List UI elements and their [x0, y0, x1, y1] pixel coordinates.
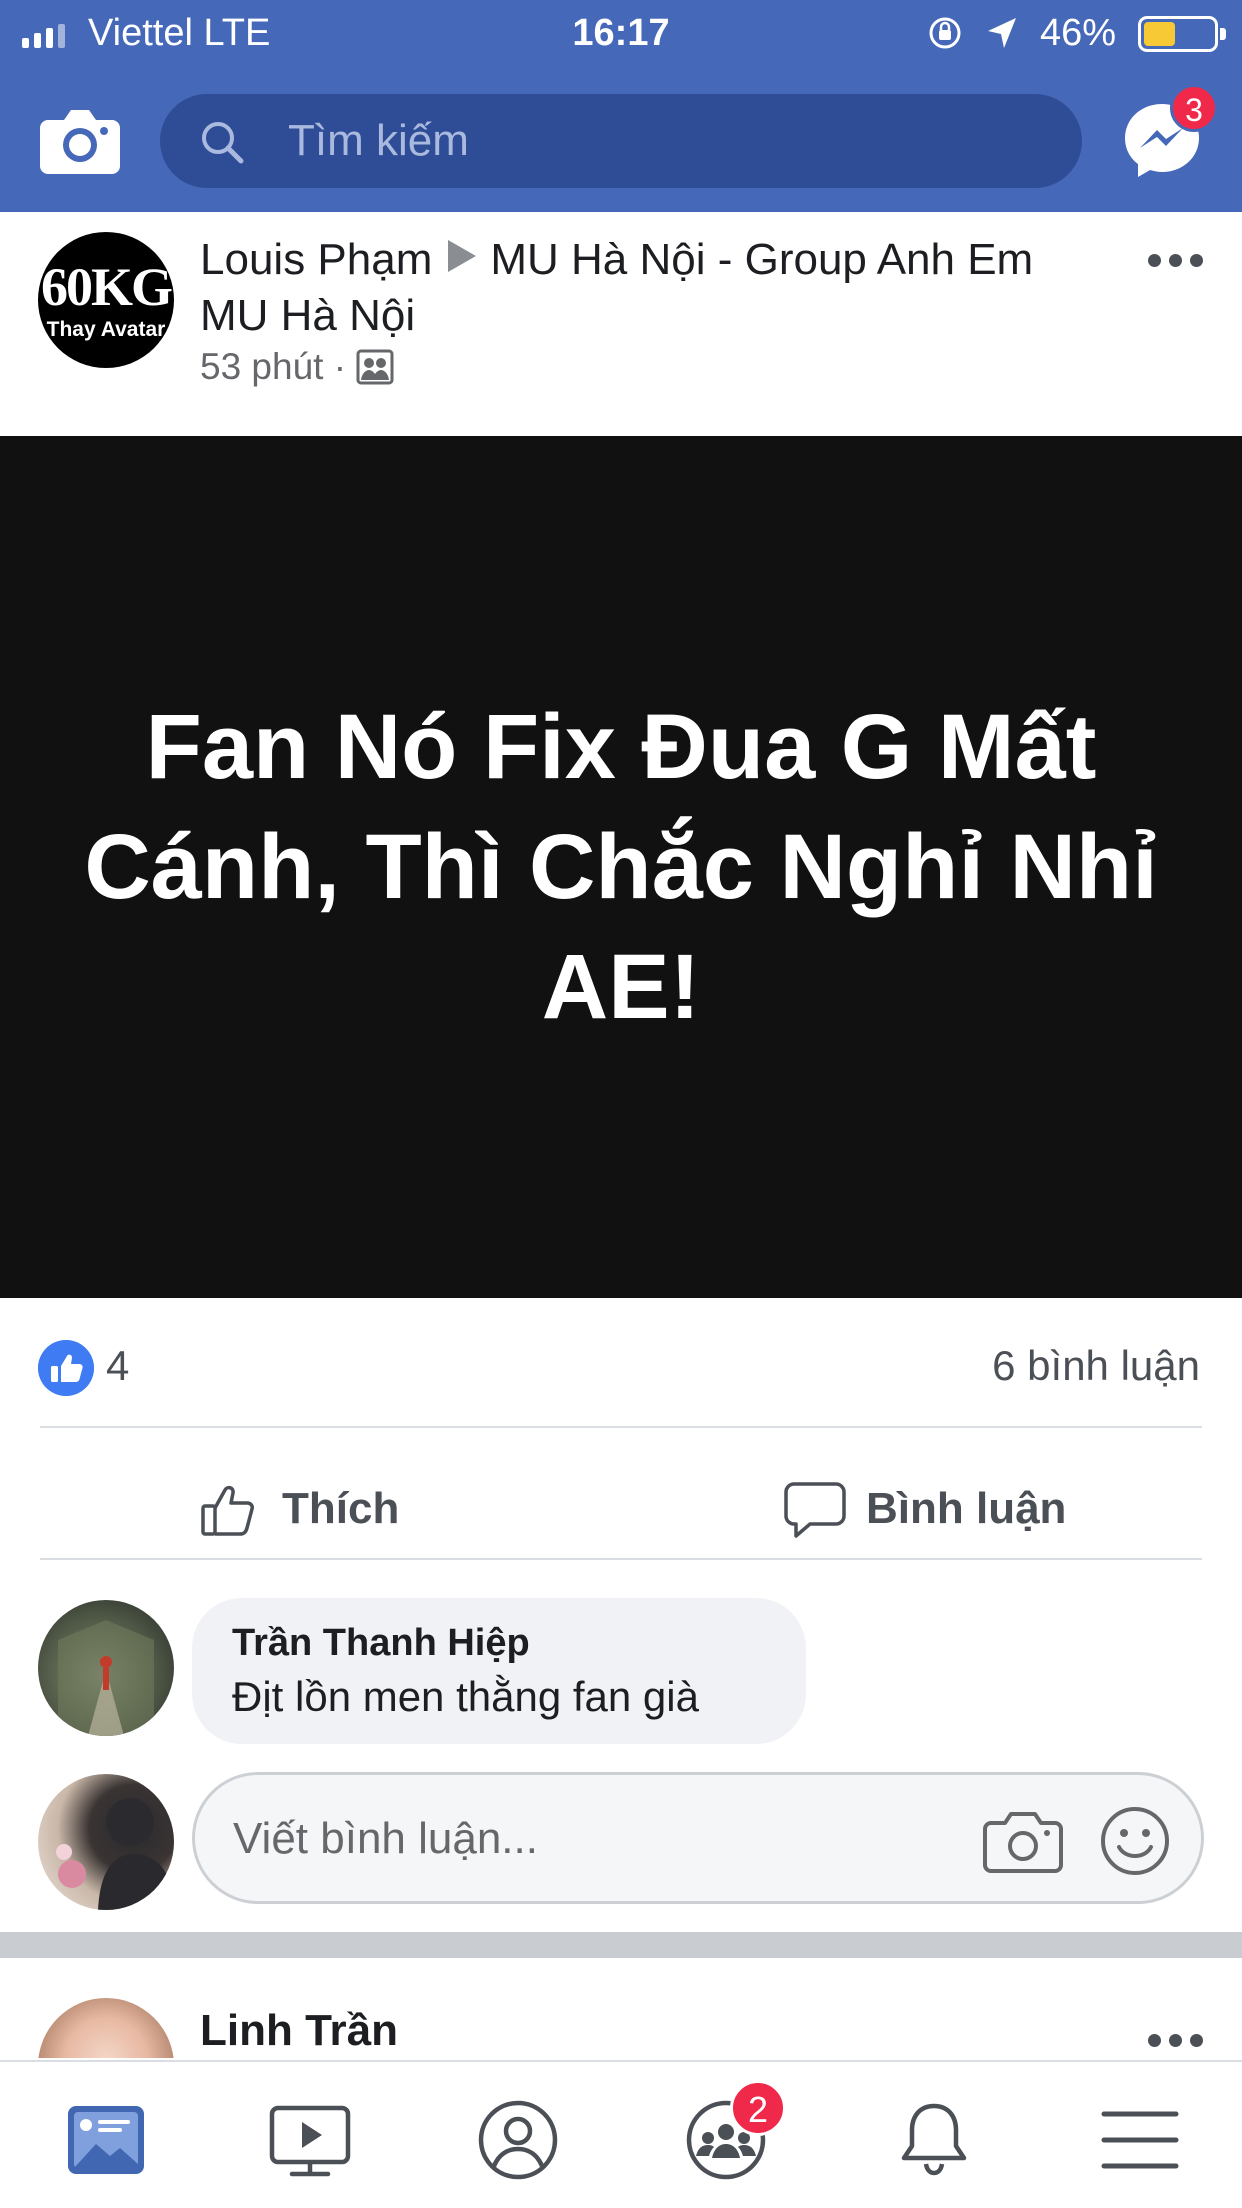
like-label: Thích	[282, 1484, 400, 1533]
avatar-logo-subtext: Thay Avatar	[46, 318, 166, 341]
like-button[interactable]: Thích	[200, 1474, 399, 1544]
watch-icon[interactable]	[268, 2098, 352, 2182]
battery-icon	[1138, 16, 1226, 52]
commenter-name[interactable]: Trần Thanh Hiệp	[232, 1622, 766, 1665]
search-icon	[202, 122, 244, 164]
like-reaction-icon[interactable]	[38, 1340, 94, 1396]
comment-text: Địt lồn men thằng fan già	[232, 1673, 699, 1720]
reaction-summary: 4 6 bình luận	[0, 1298, 1242, 1442]
comment-item: Trần Thanh Hiệp Địt lồn men thằng fan gi…	[0, 1578, 1242, 1758]
next-author-avatar[interactable]	[38, 1998, 174, 2058]
notifications-icon[interactable]	[892, 2098, 976, 2182]
bottom-tab-bar: 2	[0, 2060, 1242, 2208]
next-feed-post: Linh Trần	[0, 1958, 1242, 2058]
current-user-avatar	[38, 1774, 174, 1910]
group-audience-icon	[356, 349, 394, 385]
emoji-icon[interactable]	[1099, 1805, 1171, 1877]
battery-percent: 46%	[1040, 12, 1117, 54]
divider	[40, 1558, 1202, 1560]
orientation-lock-icon	[929, 17, 961, 49]
comment-bubble-icon	[784, 1482, 846, 1538]
author-avatar[interactable]: 60KG Thay Avatar	[38, 232, 174, 368]
top-nav-bar: 3	[0, 70, 1242, 212]
profile-icon[interactable]	[476, 2098, 560, 2182]
location-arrow-icon	[988, 18, 1016, 48]
comment-composer[interactable]	[192, 1772, 1204, 1904]
post-timestamp[interactable]: 53 phút ·	[200, 346, 346, 388]
comment-button[interactable]: Bình luận	[784, 1474, 1066, 1544]
shared-to-arrow-icon	[448, 240, 477, 272]
menu-icon[interactable]	[1098, 2098, 1182, 2182]
next-author-name[interactable]: Linh Trần	[200, 2006, 398, 2056]
divider	[40, 1426, 1202, 1428]
post-header: 60KG Thay Avatar Louis Phạm MU Hà Nội - G…	[0, 212, 1242, 436]
post-title: Louis Phạm MU Hà Nội - Group Anh Em MU Hà…	[200, 232, 1080, 344]
write-comment-row	[0, 1758, 1242, 1938]
groups-badge: 2	[730, 2080, 786, 2136]
comment-label: Bình luận	[866, 1484, 1067, 1533]
thumbs-up-icon	[201, 1485, 254, 1536]
camera-icon[interactable]	[38, 100, 122, 178]
comment-input[interactable]	[233, 1807, 933, 1871]
camera-icon[interactable]	[983, 1805, 1063, 1877]
post-options-icon[interactable]	[1148, 250, 1208, 270]
author-name-link[interactable]: Louis Phạm	[200, 235, 432, 284]
feed-separator	[0, 1932, 1242, 1958]
comment-bubble[interactable]: Trần Thanh Hiệp Địt lồn men thằng fan gi…	[192, 1598, 806, 1744]
commenter-avatar[interactable]	[38, 1600, 174, 1736]
search-input[interactable]	[288, 110, 1048, 172]
post-image[interactable]: Fan Nó Fix Đua G Mất Cánh, Thì Chắc Nghỉ…	[0, 436, 1242, 1298]
post-actions: Thích Bình luận	[0, 1444, 1242, 1574]
search-bar[interactable]	[160, 94, 1082, 188]
post-meta: 53 phút ·	[200, 346, 394, 388]
status-bar: Viettel LTE 16:17 46%	[0, 0, 1242, 70]
like-count[interactable]: 4	[106, 1342, 129, 1390]
messenger-badge: 3	[1170, 84, 1218, 132]
image-caption-text: Fan Nó Fix Đua G Mất Cánh, Thì Chắc Nghỉ…	[84, 696, 1158, 1038]
comment-count[interactable]: 6 bình luận	[992, 1342, 1200, 1390]
post-options-icon[interactable]	[1148, 2030, 1208, 2050]
news-feed-icon[interactable]	[64, 2098, 148, 2182]
avatar-logo-text: 60KG	[40, 257, 173, 317]
